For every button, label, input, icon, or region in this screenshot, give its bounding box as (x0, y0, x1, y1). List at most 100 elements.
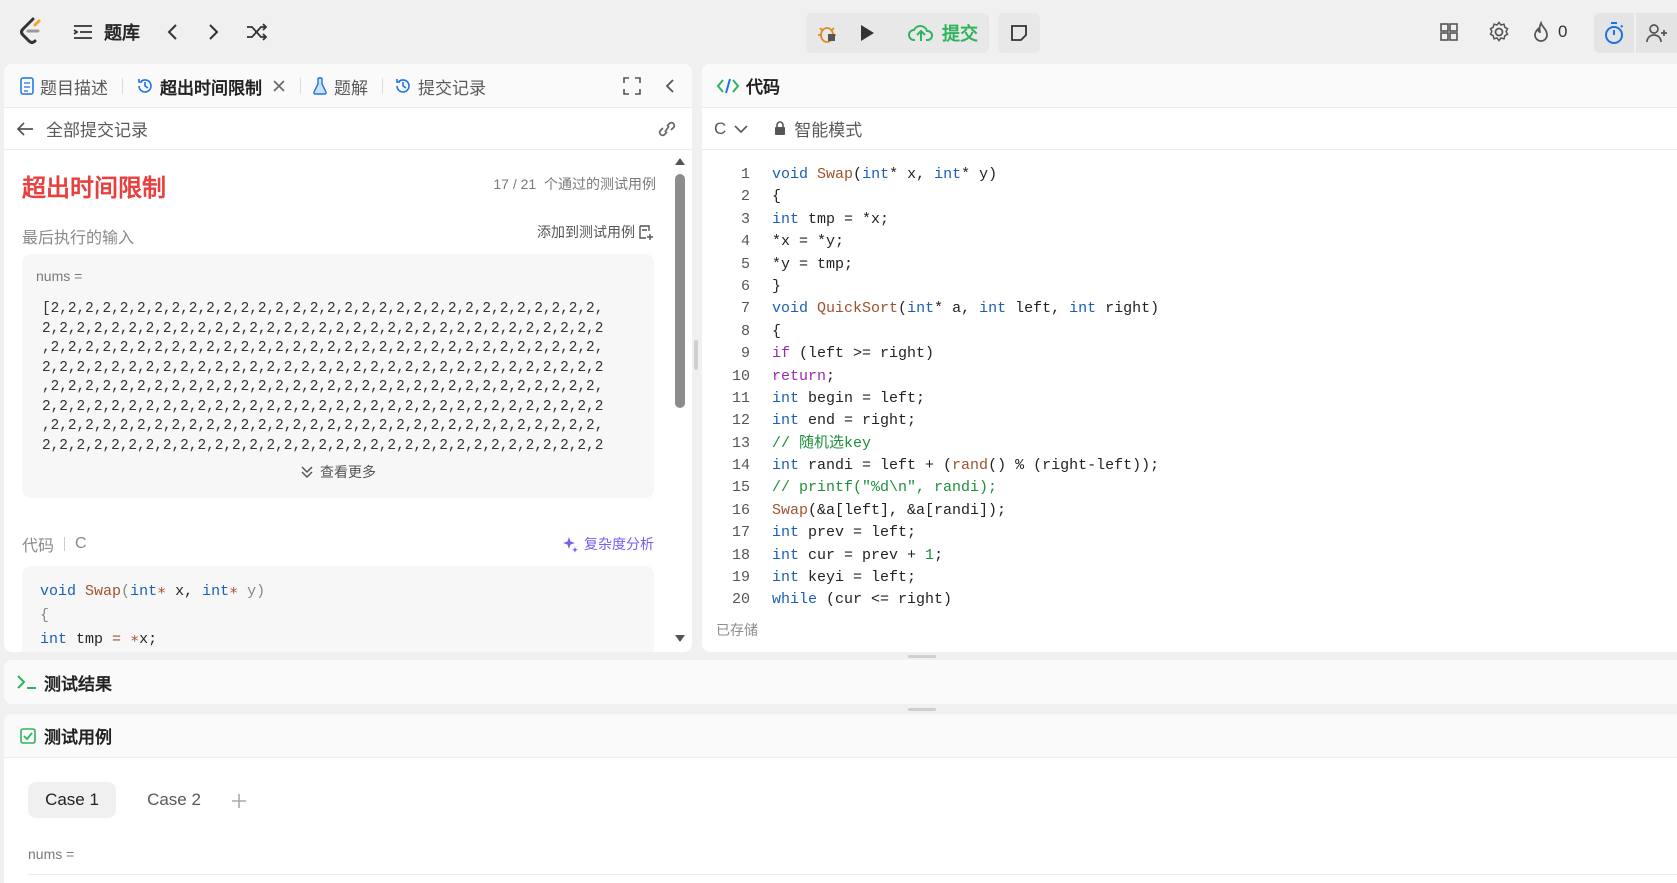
prev-problem-icon[interactable] (160, 20, 184, 44)
code-icon (716, 78, 740, 93)
run-button[interactable] (852, 18, 882, 48)
scroll-up-icon[interactable] (674, 156, 686, 166)
close-tab-icon[interactable] (272, 79, 286, 93)
code-line[interactable]: int cur = prev + 1; (772, 545, 1159, 567)
settings-gear-icon[interactable] (1486, 19, 1512, 45)
code-line[interactable]: { (772, 186, 1159, 208)
show-more-button[interactable]: 查看更多 (22, 462, 654, 482)
code-line[interactable]: int prev = left; (772, 522, 1159, 544)
code-line[interactable]: { (772, 321, 1159, 343)
input-value: [2,2,2,2,2,2,2,2,2,2,2,2,2,2,2,2,2,2,2,2… (42, 300, 603, 456)
code-section-label: 代码 C (22, 535, 87, 555)
code-line[interactable]: *x = *y; (772, 231, 1159, 253)
line-number: 19 (731, 569, 750, 587)
saved-status: 已存储 (716, 622, 758, 638)
row-resizer[interactable] (908, 655, 936, 658)
line-number: 18 (731, 546, 750, 564)
code-line[interactable]: // 随机选key (772, 433, 1159, 455)
tab-description[interactable]: 题目描述 (20, 64, 108, 108)
logo-icon[interactable] (16, 16, 46, 46)
code-line[interactable]: int end = right; (772, 410, 1159, 432)
add-case-icon[interactable] (230, 792, 248, 810)
code-line[interactable]: if (left >= right) (772, 343, 1159, 365)
tab-result[interactable]: 超出时间限制 (136, 64, 286, 108)
code-line[interactable]: int randi = left + (rand() % (right-left… (772, 455, 1159, 477)
line-number: 11 (731, 389, 750, 407)
line-number: 4 (740, 233, 750, 251)
panel-resizer[interactable] (694, 340, 698, 370)
double-chevron-down-icon (301, 466, 313, 479)
add-friend-icon[interactable] (1636, 13, 1677, 53)
testcase-header[interactable]: 测试用例 (4, 714, 1677, 758)
list-icon (73, 25, 92, 39)
left-scrollbar[interactable] (670, 150, 690, 652)
code-lines[interactable]: void Swap(int* x, int* y){int tmp = *x; *… (772, 164, 1159, 606)
flask-icon (313, 77, 327, 95)
left-panel: 题目描述 超出时间限制 题解 提交记录 全部提交记录 超出时间限制 17 / 2… (4, 64, 692, 652)
passed-count: 17 / 21 个通过的测试用例 (493, 176, 656, 192)
problem-list-button[interactable]: 题库 (72, 18, 140, 46)
code-preview-line: { (40, 607, 50, 624)
case-tab-1[interactable]: Case 1 (28, 782, 116, 818)
case-tab-2[interactable]: Case 2 (130, 782, 218, 818)
editor-title: 代码 (746, 78, 780, 97)
code-line[interactable]: void Swap(int* x, int* y) (772, 164, 1159, 186)
divider (64, 537, 66, 551)
complexity-analysis-button[interactable]: 复杂度分析 (561, 534, 654, 554)
next-problem-icon[interactable] (202, 20, 226, 44)
line-number: 13 (731, 434, 750, 452)
back-label: 全部提交记录 (46, 121, 148, 140)
shuffle-icon[interactable] (243, 20, 271, 44)
language-select[interactable]: C (714, 119, 748, 139)
back-bar[interactable]: 全部提交记录 (4, 108, 692, 150)
line-number: 8 (740, 322, 750, 340)
code-line[interactable]: int tmp = *x; (772, 209, 1159, 231)
code-preview-line: int tmp = ∗x; (40, 631, 158, 648)
history-icon (396, 79, 410, 93)
fullscreen-icon[interactable] (622, 76, 642, 96)
input-line: 2,2,2,2,2,2,2,2,2,2,2,2,2,2,2,2,2,2,2,2,… (42, 359, 604, 376)
streak-button[interactable]: 0 (1532, 19, 1567, 45)
input-line: ,2,2,2,2,2,2,2,2,2,2,2,2,2,2,2,2,2,2,2,2… (42, 418, 604, 434)
line-number: 3 (740, 210, 750, 228)
smart-mode-toggle[interactable]: 智能模式 (774, 116, 862, 141)
editor-toolbar: C 智能模式 (702, 108, 1677, 150)
line-number: 2 (740, 188, 750, 206)
test-results-header[interactable]: 测试结果 (4, 660, 1677, 704)
submit-button[interactable]: 提交 (898, 16, 988, 50)
cloud-upload-icon (908, 25, 934, 41)
code-editor[interactable]: 1 2 3 4 5 6 7 8 9 10 11 12 13 14 15 16 17 18 19 20 void Swa… (702, 150, 1677, 606)
chevron-down-icon (734, 124, 748, 133)
line-number: 17 (731, 524, 750, 542)
case-input-divider (28, 874, 1677, 875)
code-line[interactable]: Swap(&a[left], &a[randi]); (772, 500, 1159, 522)
line-number: 5 (740, 255, 750, 273)
line-number: 7 (740, 300, 750, 318)
row-resizer[interactable] (908, 708, 936, 711)
tab-divider (300, 78, 301, 94)
collapse-panel-icon[interactable] (660, 76, 680, 96)
line-number: 20 (731, 591, 750, 606)
lock-icon (775, 121, 786, 135)
last-input-box: nums = [2,2,2,2,2,2,2,2,2,2,2,2,2,2,2,2,… (22, 254, 654, 498)
scroll-down-icon[interactable] (674, 634, 686, 644)
code-line[interactable]: *y = tmp; (772, 254, 1159, 276)
scrollbar-thumb[interactable] (675, 174, 685, 408)
timer-button[interactable] (1594, 13, 1634, 53)
code-line[interactable]: int keyi = left; (772, 567, 1159, 589)
code-line[interactable]: } (772, 276, 1159, 298)
code-line[interactable]: return; (772, 366, 1159, 388)
notes-button[interactable] (998, 13, 1040, 53)
tab-solutions[interactable]: 题解 (312, 64, 368, 108)
code-line[interactable]: while (cur <= right) (772, 589, 1159, 606)
code-line[interactable]: int begin = left; (772, 388, 1159, 410)
share-link-icon[interactable] (656, 120, 678, 138)
line-number: 16 (731, 501, 750, 519)
layout-icon[interactable] (1436, 19, 1462, 45)
add-testcase-button[interactable]: 添加到测试用例 (537, 222, 654, 242)
code-line[interactable]: void QuickSort(int* a, int left, int rig… (772, 298, 1159, 320)
tab-submissions[interactable]: 提交记录 (394, 64, 486, 108)
code-line[interactable]: // printf("%d\n", randi); (772, 477, 1159, 499)
code-preview-line: void Swap(int∗ x, int∗ y) (40, 583, 266, 600)
debug-icon[interactable] (812, 18, 842, 48)
